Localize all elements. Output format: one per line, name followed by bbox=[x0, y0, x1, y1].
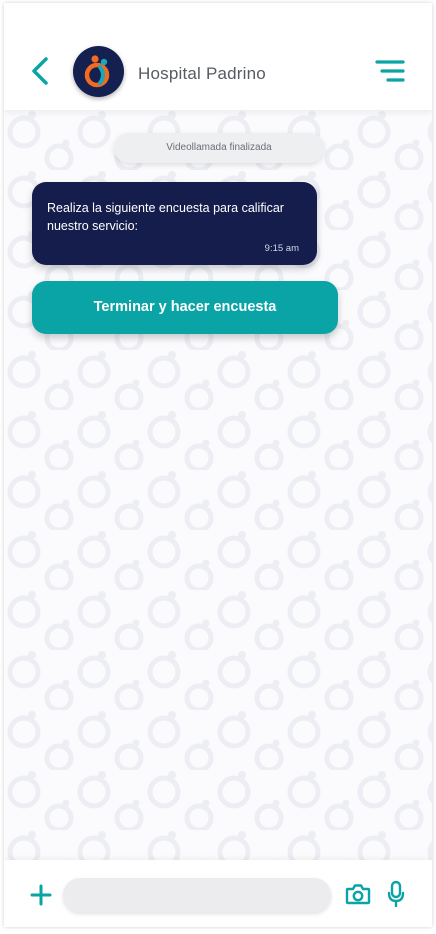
camera-icon bbox=[345, 884, 371, 905]
survey-button[interactable]: Terminar y hacer encuesta bbox=[32, 281, 338, 334]
avatar[interactable] bbox=[73, 46, 124, 97]
back-button[interactable] bbox=[28, 55, 52, 87]
camera-button[interactable] bbox=[345, 882, 371, 906]
message-time: 9:15 am bbox=[264, 243, 299, 254]
plus-icon bbox=[30, 884, 52, 906]
microphone-button[interactable] bbox=[387, 880, 405, 908]
chat-header: Hospital Padrino bbox=[4, 3, 432, 110]
microphone-icon bbox=[387, 880, 405, 908]
message-composer bbox=[4, 860, 432, 927]
chat-screen: Hospital Padrino Videollamada finalizada… bbox=[4, 3, 432, 927]
hospital-logo bbox=[84, 55, 110, 88]
menu-button[interactable] bbox=[374, 58, 406, 84]
message-bubble: Realiza la siguiente encuesta para calif… bbox=[32, 182, 317, 265]
chevron-left-icon bbox=[32, 57, 48, 85]
attach-button[interactable] bbox=[30, 884, 52, 906]
menu-lines-icon bbox=[375, 60, 405, 82]
contact-name: Hospital Padrino bbox=[138, 64, 266, 83]
message-input[interactable] bbox=[63, 878, 331, 912]
message-text: Realiza la siguiente encuesta para calif… bbox=[47, 201, 284, 233]
system-message: Videollamada finalizada bbox=[114, 133, 324, 163]
